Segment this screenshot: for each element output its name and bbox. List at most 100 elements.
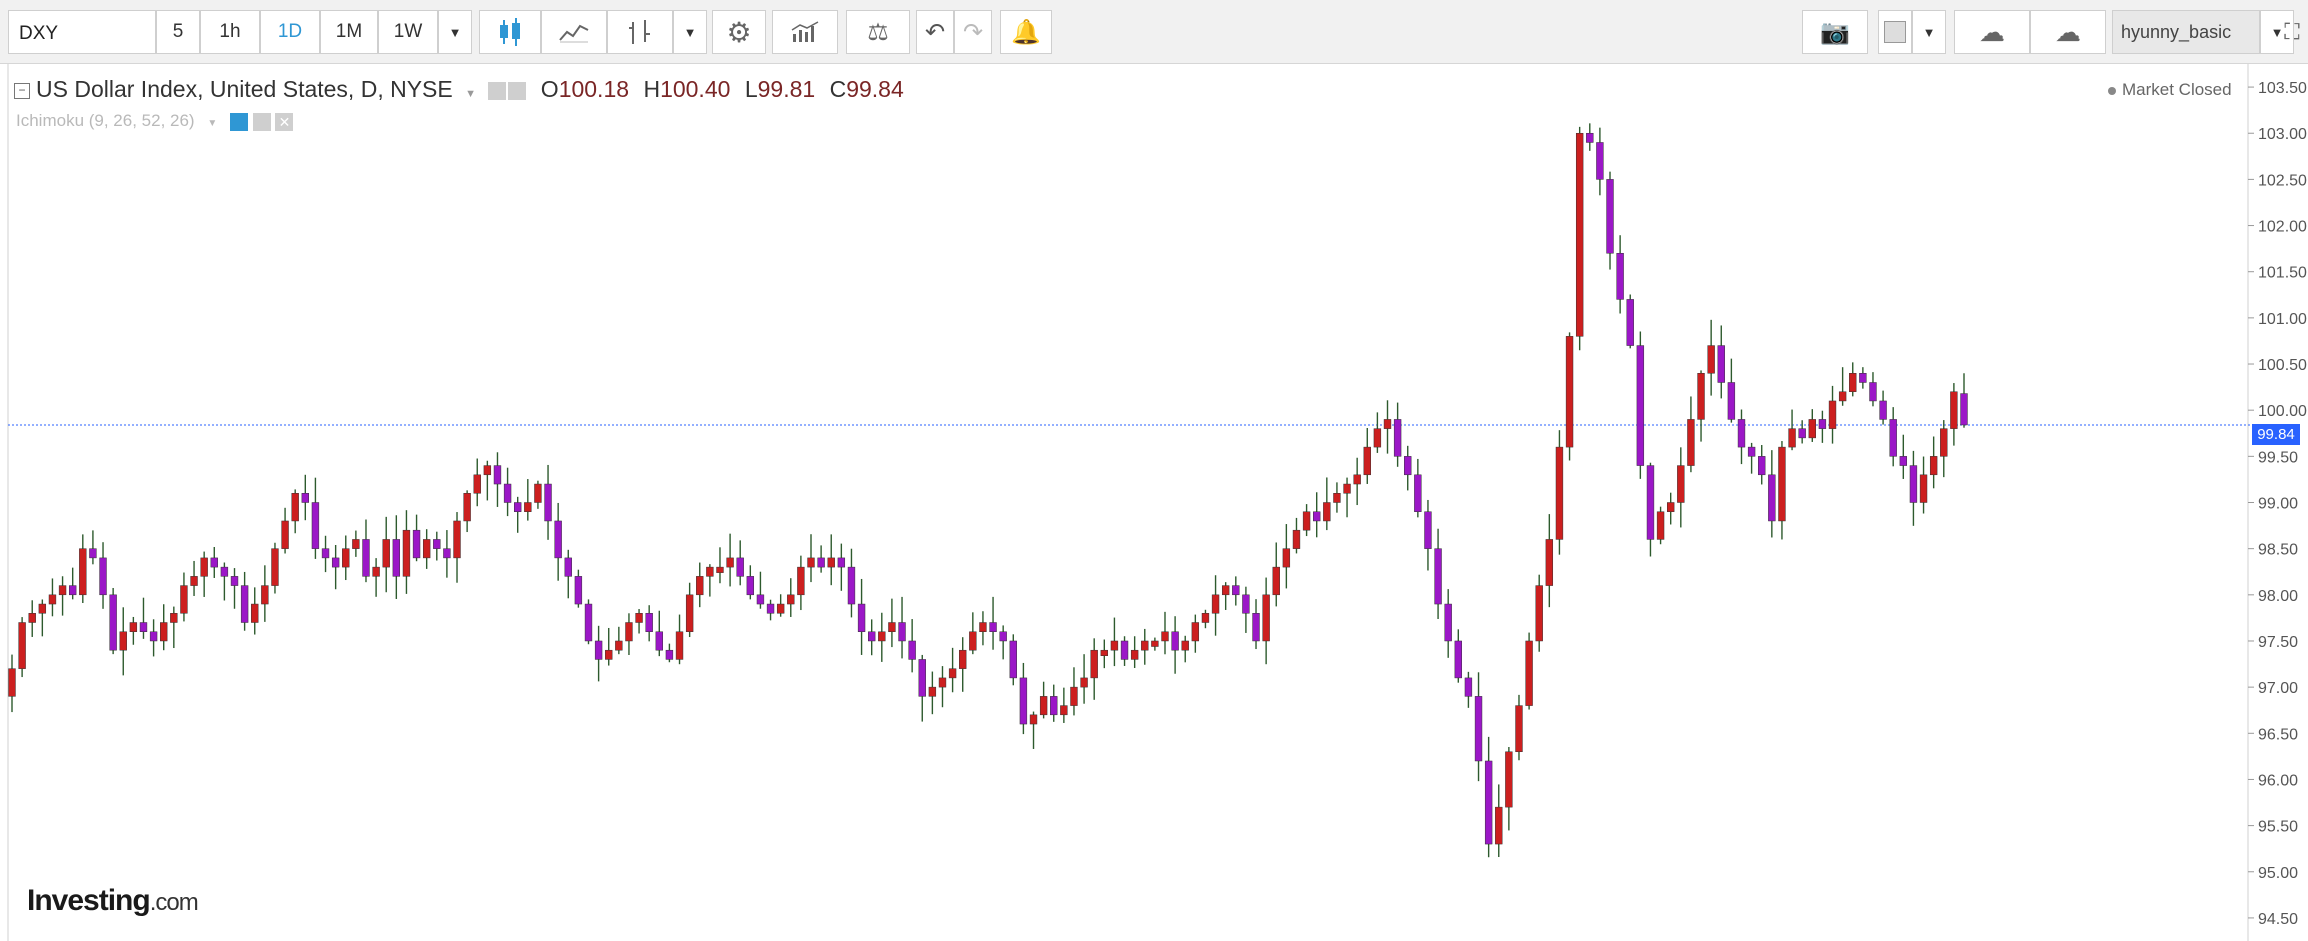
chart-type-bars-button[interactable]	[607, 10, 673, 54]
ohlc-bars-icon	[629, 20, 650, 44]
candle-body-down	[301, 493, 309, 503]
candle-body-up	[1373, 428, 1382, 448]
candle	[1120, 636, 1129, 666]
candle	[28, 600, 36, 637]
candle	[1838, 367, 1847, 406]
candle-body-up	[1667, 502, 1675, 512]
logo-suffix: .com	[149, 889, 199, 916]
candle	[1242, 586, 1250, 633]
candle-body-down	[1404, 456, 1412, 476]
candle	[1495, 784, 1503, 858]
settings-button[interactable]: ⚙	[712, 10, 766, 54]
candle	[1484, 736, 1493, 858]
candle-body-down	[210, 557, 218, 568]
price-tick-label: 96.50	[2258, 726, 2298, 743]
gear-icon[interactable]	[252, 112, 271, 131]
interval-1h-button[interactable]: 1h	[200, 10, 260, 54]
eye-icon[interactable]	[488, 81, 507, 100]
candle	[291, 489, 299, 534]
candle-body-down	[766, 603, 775, 614]
candle-body-up	[1221, 585, 1230, 596]
indicators-button[interactable]	[772, 10, 838, 54]
close-icon[interactable]: ✕	[275, 112, 294, 131]
candle-body-down	[1313, 511, 1321, 522]
caret-down-icon[interactable]: ▼	[465, 88, 476, 100]
candle	[1282, 524, 1291, 589]
candle-body-up	[1282, 548, 1291, 568]
candle-body-down	[1606, 179, 1614, 254]
load-layout-button[interactable]: ☁	[1954, 10, 2030, 54]
candle-body-up	[959, 649, 967, 669]
candle-body-down	[1009, 640, 1017, 679]
candle	[1292, 517, 1301, 554]
candle-body-down	[1717, 345, 1725, 383]
candle-body-down	[989, 622, 997, 632]
price-tick-label: 103.50	[2258, 80, 2307, 97]
candle-body-up	[48, 594, 57, 605]
candle	[1575, 126, 1584, 351]
candle	[1262, 577, 1270, 665]
candle-body-up	[1262, 594, 1270, 642]
candle	[210, 547, 218, 578]
save-layout-button[interactable]: ☁	[2030, 10, 2106, 54]
candle	[251, 587, 259, 635]
candle	[362, 519, 370, 583]
candle-body-up	[1343, 483, 1351, 494]
collapse-legend-icon[interactable]: −	[14, 82, 30, 99]
candle	[463, 490, 471, 533]
symbol-input[interactable]: DXY	[8, 10, 156, 54]
candle	[68, 567, 77, 600]
candle	[524, 479, 532, 521]
candle	[1849, 362, 1857, 397]
candle	[605, 627, 613, 666]
redo-button[interactable]: ↷	[954, 10, 992, 54]
color-theme-button[interactable]	[1878, 10, 1912, 54]
candle-body-up	[38, 603, 47, 614]
candle	[1474, 672, 1483, 782]
interval-5-button[interactable]: 5	[156, 10, 200, 54]
chart-type-line-button[interactable]	[541, 10, 607, 54]
candle-body-up	[1151, 640, 1159, 647]
candle	[1151, 637, 1159, 651]
interval-dropdown-button[interactable]: ▼	[438, 10, 472, 54]
candle-body-up	[1525, 640, 1533, 706]
candle-body-up	[1191, 622, 1200, 642]
eye-icon[interactable]	[229, 112, 248, 131]
undo-button[interactable]: ↶	[916, 10, 954, 54]
caret-down-icon[interactable]: ▼	[207, 118, 217, 129]
candle	[493, 452, 502, 507]
price-chart[interactable]: 94.50 95.00 95.50 96.00 96.50 97.00 97.50 98.00…	[0, 64, 2308, 941]
compare-button[interactable]: ⚖	[846, 10, 910, 54]
high-label: H	[643, 76, 661, 102]
layout-name[interactable]: hyunny_basic	[2112, 10, 2260, 54]
candle	[1656, 506, 1665, 545]
alert-button[interactable]: 🔔	[1000, 10, 1052, 54]
candle-body-up	[200, 557, 208, 577]
snapshot-button[interactable]: 📷	[1802, 10, 1868, 54]
low-value: 99.81	[757, 76, 816, 102]
candle	[928, 671, 937, 715]
gear-icon[interactable]	[508, 81, 527, 100]
price-tick-label: 99.50	[2258, 449, 2298, 466]
chart-type-dropdown-button[interactable]: ▼	[673, 10, 707, 54]
candle-body-down	[89, 548, 97, 559]
chart-type-candle-button[interactable]	[479, 10, 541, 54]
fullscreen-button[interactable]: ⛶	[2276, 10, 2308, 54]
candle-body-down	[564, 557, 572, 577]
candle-body-up	[1353, 474, 1361, 485]
candle	[321, 535, 330, 573]
candle	[544, 464, 552, 540]
interval-1d-button[interactable]: 1D	[260, 10, 320, 54]
interval-1w-button[interactable]: 1W	[378, 10, 438, 54]
interval-1m-button[interactable]: 1M	[320, 10, 378, 54]
candle-body-down	[412, 529, 421, 559]
candle	[220, 562, 229, 601]
candle	[48, 578, 57, 617]
candle-body-up	[1495, 806, 1503, 845]
candle-body-down	[857, 603, 866, 632]
candle-body-down	[898, 622, 906, 642]
candle-body-up	[938, 677, 947, 688]
candle-body-down	[1899, 456, 1908, 466]
color-theme-dropdown-button[interactable]: ▼	[1912, 10, 1946, 54]
candle	[1515, 694, 1523, 761]
